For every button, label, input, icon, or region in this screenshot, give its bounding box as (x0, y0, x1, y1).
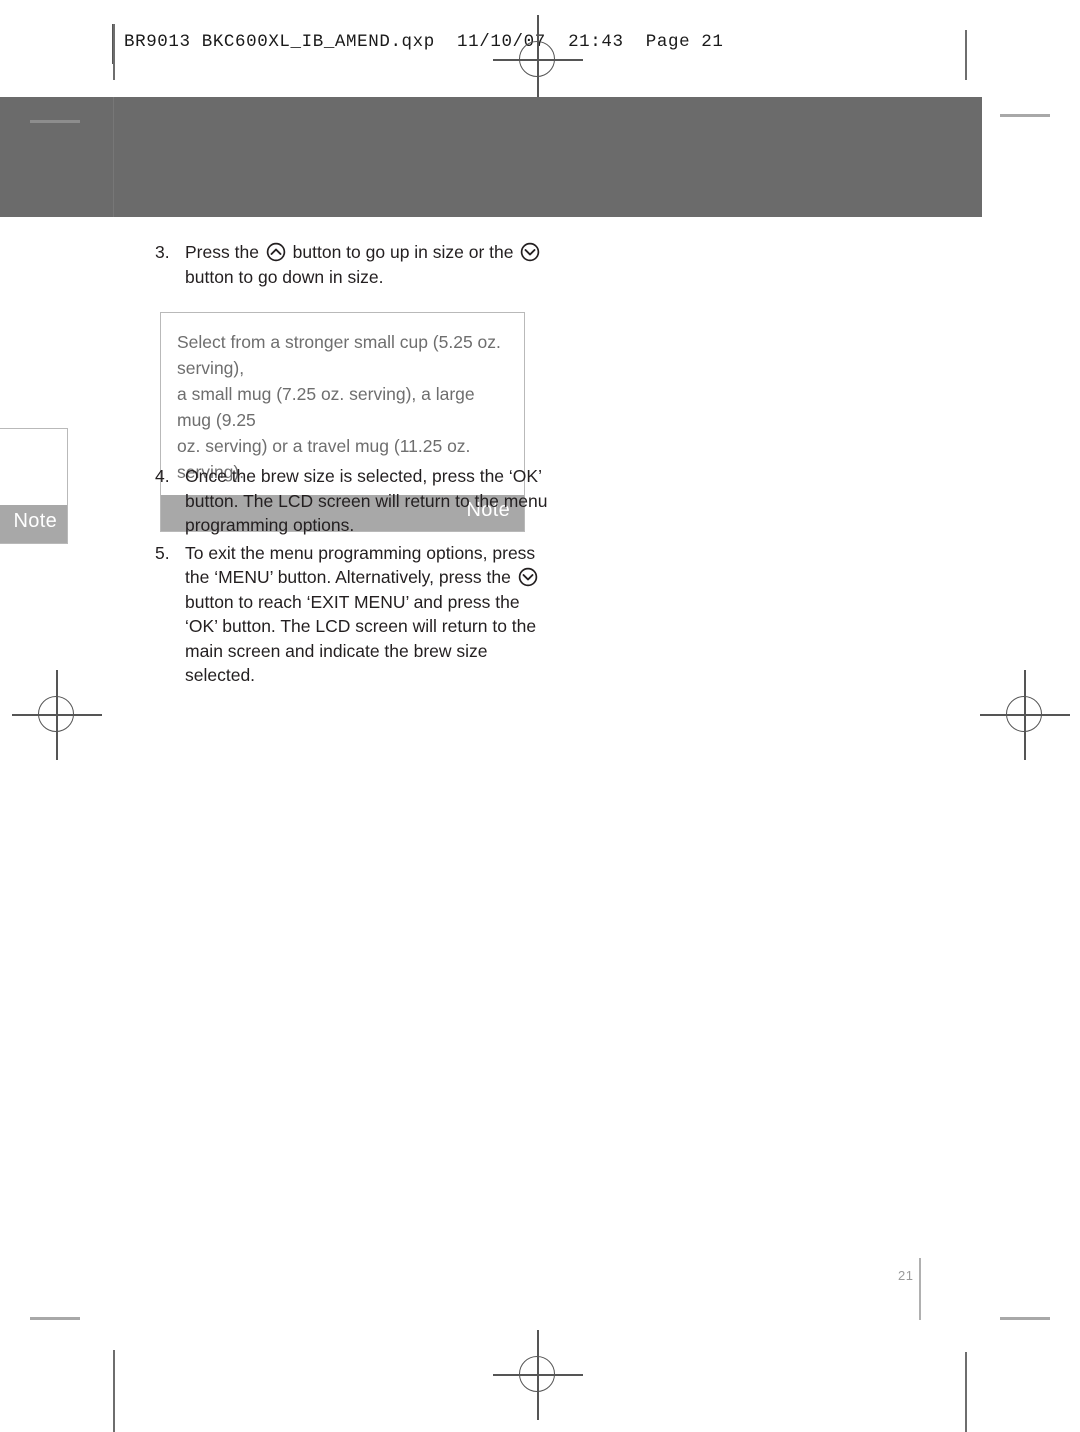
step-number: 5. (155, 542, 170, 563)
registration-hline (493, 59, 583, 61)
step-number: 3. (155, 242, 170, 262)
prepress-header-line: BR9013 BKC600XL_IB_AMEND.qxp 11/10/07 21… (124, 32, 724, 52)
note-left-line: EW (0, 468, 57, 493)
note-left-line: over (0, 443, 57, 468)
list-item: 4. Once the brew size is selected, press… (155, 464, 555, 538)
trim-line-bottom-left (113, 1350, 115, 1432)
trim-line-top-right (965, 30, 967, 80)
note-left-label: Note (13, 510, 57, 532)
registration-mark-left (12, 670, 102, 760)
note-box-left-footer: Note (0, 505, 67, 543)
registration-mark-bottom (493, 1330, 583, 1420)
chapter-band-tick (30, 120, 80, 123)
chapter-header-band (0, 97, 982, 217)
chevron-down-circle-icon (518, 567, 538, 587)
chevron-up-circle-icon (266, 242, 286, 262)
trim-line-page-number (919, 1258, 921, 1320)
step-text: To exit the menu programming options, pr… (185, 542, 538, 685)
registration-hline (12, 714, 102, 716)
chevron-down-circle-icon (520, 242, 540, 262)
registration-mark-top (493, 15, 583, 105)
step-number: 4. (155, 466, 170, 486)
crop-mark-bottom-right (1000, 1317, 1050, 1320)
crop-mark-bottom-left (30, 1317, 80, 1320)
crop-mark-top-right (1000, 114, 1050, 117)
main-text-column: 3. Press the button to go up in size or … (155, 240, 545, 289)
note-main-line: a small mug (7.25 oz. serving), a large … (177, 384, 475, 430)
note-box-left: over EW Note (0, 428, 68, 544)
note-box-left-body: over EW (0, 429, 67, 505)
list-item: 3. Press the button to go up in size or … (155, 240, 545, 289)
registration-hline (493, 1374, 583, 1376)
chapter-band-divider (113, 97, 114, 217)
registration-mark-right (980, 670, 1070, 760)
trim-line-bottom-right (965, 1352, 967, 1432)
step-text: Press the button to go up in size or the… (185, 240, 545, 289)
manual-page: BR9013 BKC600XL_IB_AMEND.qxp 11/10/07 21… (0, 0, 1080, 1432)
trim-line-top-left (113, 24, 115, 80)
note-main-line: Select from a stronger small cup (5.25 o… (177, 332, 501, 378)
page-number: 21 (898, 1268, 914, 1283)
registration-hline (980, 714, 1070, 716)
list-item: 5. To exit the menu programming options,… (155, 541, 555, 688)
step-text: Once the brew size is selected, press th… (185, 466, 548, 535)
main-steps-continued: 4. Once the brew size is selected, press… (155, 464, 555, 688)
